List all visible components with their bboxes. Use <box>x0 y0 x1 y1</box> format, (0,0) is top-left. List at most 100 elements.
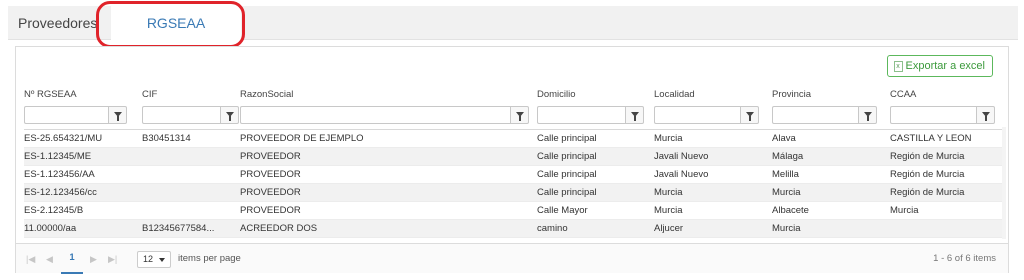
filter-button-ccaa[interactable] <box>976 106 995 124</box>
filter-icon <box>113 111 122 121</box>
filter-icon <box>981 111 990 121</box>
column-header-cif[interactable]: CIF <box>142 85 157 104</box>
cell-ccaa: Murcia <box>890 205 919 216</box>
cell-nrgseaa: ES-1.123456/AA <box>24 169 95 180</box>
filter-input-nrgseaa[interactable] <box>24 106 108 124</box>
pager-info: 1 - 6 of 6 items <box>933 253 996 264</box>
cell-domicilio: Calle principal <box>537 133 597 144</box>
column-header-provincia[interactable]: Provincia <box>772 85 811 104</box>
cell-nrgseaa: 11.00000/aa <box>24 223 77 234</box>
pager: |◀ ◀ 1 ▶ ▶| 12 items per page 1 - 6 of 6… <box>16 243 1008 274</box>
filter-domicilio <box>537 106 644 124</box>
filter-localidad <box>654 106 759 124</box>
table-row[interactable]: ES-1.123456/AA PROVEEDOR Calle principal Ja… <box>24 166 1006 184</box>
cell-localidad: Murcia <box>654 187 683 198</box>
filter-input-localidad[interactable] <box>654 106 740 124</box>
cell-provincia: Murcia <box>772 187 801 198</box>
filter-input-ccaa[interactable] <box>890 106 976 124</box>
filter-icon <box>515 111 524 121</box>
cell-nrgseaa: ES-1.12345/ME <box>24 151 92 162</box>
highlight-annotation <box>96 1 245 48</box>
next-page-icon[interactable]: ▶ <box>90 244 97 274</box>
cell-provincia: Melilla <box>772 169 799 180</box>
cell-nrgseaa: ES-25.654321/MU <box>24 133 103 144</box>
cell-nrgseaa: ES-2.12345/B <box>24 205 84 216</box>
page-number-current[interactable]: 1 <box>61 244 83 274</box>
filter-icon <box>863 111 872 121</box>
export-label: Exportar a excel <box>905 60 985 72</box>
chevron-down-icon <box>159 258 165 262</box>
cell-cif: B12345677584... <box>142 223 215 234</box>
filter-button-localidad[interactable] <box>740 106 759 124</box>
cell-provincia: Alava <box>772 133 796 144</box>
cell-domicilio: Calle principal <box>537 151 597 162</box>
filter-input-domicilio[interactable] <box>537 106 625 124</box>
cell-razonsocial: PROVEEDOR <box>240 187 301 198</box>
cell-localidad: Murcia <box>654 205 683 216</box>
filter-button-razonsocial[interactable] <box>510 106 529 124</box>
column-header-ccaa[interactable]: CCAA <box>890 85 916 104</box>
column-header-nrgseaa[interactable]: Nº RGSEAA <box>24 85 77 104</box>
page-size-select[interactable]: 12 <box>137 251 171 268</box>
cell-provincia: Albacete <box>772 205 809 216</box>
cell-razonsocial: PROVEEDOR DE EJEMPLO <box>240 133 364 144</box>
table-row[interactable]: 11.00000/aa B12345677584... ACREEDOR DOS ca… <box>24 220 1006 238</box>
table-row[interactable]: ES-25.654321/MU B30451314 PROVEEDOR DE EJE… <box>24 130 1006 148</box>
excel-file-icon: x <box>893 60 903 72</box>
cell-razonsocial: PROVEEDOR <box>240 205 301 216</box>
last-page-icon[interactable]: ▶| <box>108 244 117 274</box>
filter-cif <box>142 106 239 124</box>
cell-razonsocial: PROVEEDOR <box>240 151 301 162</box>
page-size-label: items per page <box>178 253 241 264</box>
grid-header: Nº RGSEAA CIF RazonSocial Domicilio Localida… <box>24 85 1006 104</box>
grid-panel: x Exportar a excel Nº RGSEAA CIF RazonSoci… <box>15 46 1009 274</box>
filter-input-provincia[interactable] <box>772 106 858 124</box>
data-grid: Nº RGSEAA CIF RazonSocial Domicilio Localida… <box>24 85 1006 238</box>
filter-icon <box>630 111 639 121</box>
filter-ccaa <box>890 106 995 124</box>
filter-button-nrgseaa[interactable] <box>108 106 127 124</box>
cell-ccaa: Región de Murcia <box>890 151 965 162</box>
page-size-value: 12 <box>143 254 154 264</box>
table-row[interactable]: ES-12.123456/cc PROVEEDOR Calle principal M… <box>24 184 1006 202</box>
cell-ccaa: CASTILLA Y LEON <box>890 133 972 144</box>
filter-button-cif[interactable] <box>220 106 239 124</box>
prev-page-icon[interactable]: ◀ <box>46 244 53 274</box>
filter-button-domicilio[interactable] <box>625 106 644 124</box>
table-row[interactable]: ES-2.12345/B PROVEEDOR Calle Mayor Murcia Al… <box>24 202 1006 220</box>
filter-icon <box>745 111 754 121</box>
cell-localidad: Aljucer <box>654 223 684 234</box>
cell-ccaa: Región de Murcia <box>890 169 965 180</box>
column-header-localidad[interactable]: Localidad <box>654 85 695 104</box>
cell-provincia: Málaga <box>772 151 804 162</box>
filter-input-cif[interactable] <box>142 106 220 124</box>
cell-provincia: Murcia <box>772 223 801 234</box>
export-excel-button[interactable]: x Exportar a excel <box>886 55 993 77</box>
cell-domicilio: Calle Mayor <box>537 205 588 216</box>
cell-domicilio: camino <box>537 223 568 234</box>
vertical-scrollbar[interactable] <box>1002 127 1006 239</box>
filter-icon <box>225 111 234 121</box>
filter-button-provincia[interactable] <box>858 106 877 124</box>
filter-provincia <box>772 106 877 124</box>
first-page-icon[interactable]: |◀ <box>26 244 35 274</box>
cell-ccaa: Región de Murcia <box>890 187 965 198</box>
column-header-razonsocial[interactable]: RazonSocial <box>240 85 293 104</box>
filter-row <box>24 104 1006 126</box>
cell-domicilio: Calle principal <box>537 169 597 180</box>
cell-localidad: Murcia <box>654 133 683 144</box>
cell-razonsocial: ACREEDOR DOS <box>240 223 318 234</box>
cell-localidad: Javali Nuevo <box>654 151 709 162</box>
table-row[interactable]: ES-1.12345/ME PROVEEDOR Calle principal Jav… <box>24 148 1006 166</box>
cell-nrgseaa: ES-12.123456/cc <box>24 187 97 198</box>
cell-localidad: Javali Nuevo <box>654 169 709 180</box>
cell-cif: B30451314 <box>142 133 191 144</box>
column-header-domicilio[interactable]: Domicilio <box>537 85 576 104</box>
tab-proveedores[interactable]: Proveedores <box>18 6 97 40</box>
filter-nrgseaa <box>24 106 127 124</box>
filter-input-razonsocial[interactable] <box>240 106 510 124</box>
grid-body: ES-25.654321/MU B30451314 PROVEEDOR DE EJE… <box>24 129 1006 238</box>
cell-domicilio: Calle principal <box>537 187 597 198</box>
cell-razonsocial: PROVEEDOR <box>240 169 301 180</box>
filter-razonsocial <box>240 106 529 124</box>
